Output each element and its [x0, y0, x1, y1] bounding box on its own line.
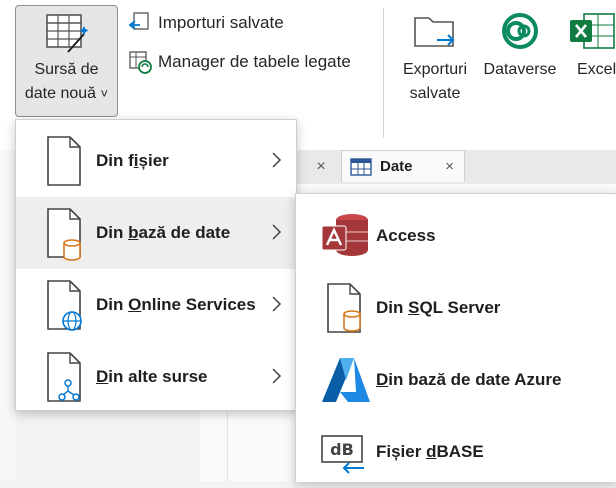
new-data-source-menu: Din fișier Din bază de date Din Online S…	[15, 119, 297, 411]
access-icon	[321, 214, 368, 256]
submenu-item-label: Access	[376, 226, 436, 245]
linked-table-manager-button[interactable]: Manager de tabele legate	[128, 50, 351, 74]
close-icon[interactable]: ×	[445, 158, 454, 175]
new-data-source-label-1: Sursă de	[34, 61, 99, 78]
submenu-item-label: Din bază de date Azure	[376, 370, 562, 389]
database-submenu: Access Din SQL Server Din bază de date A…	[295, 193, 616, 482]
chevron-right-icon	[272, 224, 282, 240]
submenu-item-access[interactable]: Access	[296, 200, 616, 272]
svg-text:dB: dB	[330, 440, 354, 459]
menu-item-label: Din fișier	[96, 151, 169, 170]
menu-item-label: Din bază de date	[96, 223, 231, 242]
table-icon	[350, 157, 372, 176]
sql-server-file-icon	[327, 283, 361, 333]
tab-date[interactable]: Date ×	[341, 150, 465, 182]
saved-exports-label-1: Exporturi	[402, 61, 468, 78]
linked-table-manager-label: Manager de tabele legate	[158, 52, 351, 71]
tab-date-label: Date	[380, 158, 413, 175]
excel-label: Excel	[577, 61, 616, 78]
saved-exports-icon	[414, 17, 455, 47]
table-wand-icon	[45, 14, 88, 53]
dataverse-icon	[502, 13, 538, 49]
navigation-pane	[0, 150, 16, 481]
chevron-down-icon: ˅	[100, 86, 109, 101]
new-data-source-label-2: date nouă ˅	[24, 85, 109, 102]
database-file-icon	[47, 208, 81, 261]
chevron-right-icon	[272, 152, 282, 168]
dbase-icon: dB	[321, 435, 364, 474]
menu-item-from-database[interactable]: Din bază de date	[16, 197, 296, 269]
dataverse-label: Dataverse	[483, 61, 557, 78]
menu-item-label: Din alte surse	[96, 367, 208, 386]
chevron-right-icon	[272, 296, 282, 312]
saved-exports-label-2: salvate	[409, 85, 461, 102]
submenu-item-azure-database[interactable]: Din bază de date Azure	[296, 344, 616, 416]
excel-icon	[570, 13, 615, 49]
dataverse-button[interactable]: Dataverse	[478, 10, 562, 82]
saved-imports-label: Importuri salvate	[158, 13, 284, 32]
close-tab-button[interactable]: ×	[308, 155, 334, 179]
azure-icon	[322, 358, 370, 402]
menu-item-from-other-sources[interactable]: Din alte surse	[16, 341, 296, 413]
menu-item-from-online-services[interactable]: Din Online Services	[16, 269, 296, 341]
ribbon-separator	[383, 8, 384, 138]
submenu-item-sql-server[interactable]: Din SQL Server	[296, 272, 616, 344]
menu-item-label: Din Online Services	[96, 295, 256, 314]
excel-button[interactable]: Excel	[568, 10, 616, 82]
submenu-item-dbase-file[interactable]: dB Fișier dBASE	[296, 416, 616, 488]
globe-file-icon	[47, 280, 82, 331]
saved-exports-button[interactable]: Exporturi salvate	[396, 10, 474, 106]
linked-table-manager-icon	[129, 51, 152, 74]
other-sources-file-icon	[47, 352, 81, 402]
saved-imports-icon	[128, 12, 149, 30]
chevron-right-icon	[272, 368, 282, 384]
file-icon	[47, 136, 81, 186]
submenu-item-label: Din SQL Server	[376, 298, 501, 317]
submenu-item-label: Fișier dBASE	[376, 442, 484, 461]
saved-imports-button[interactable]: Importuri salvate	[128, 11, 284, 35]
new-data-source-button[interactable]: Sursă de date nouă ˅	[15, 5, 118, 117]
menu-item-from-file[interactable]: Din fișier	[16, 125, 296, 197]
